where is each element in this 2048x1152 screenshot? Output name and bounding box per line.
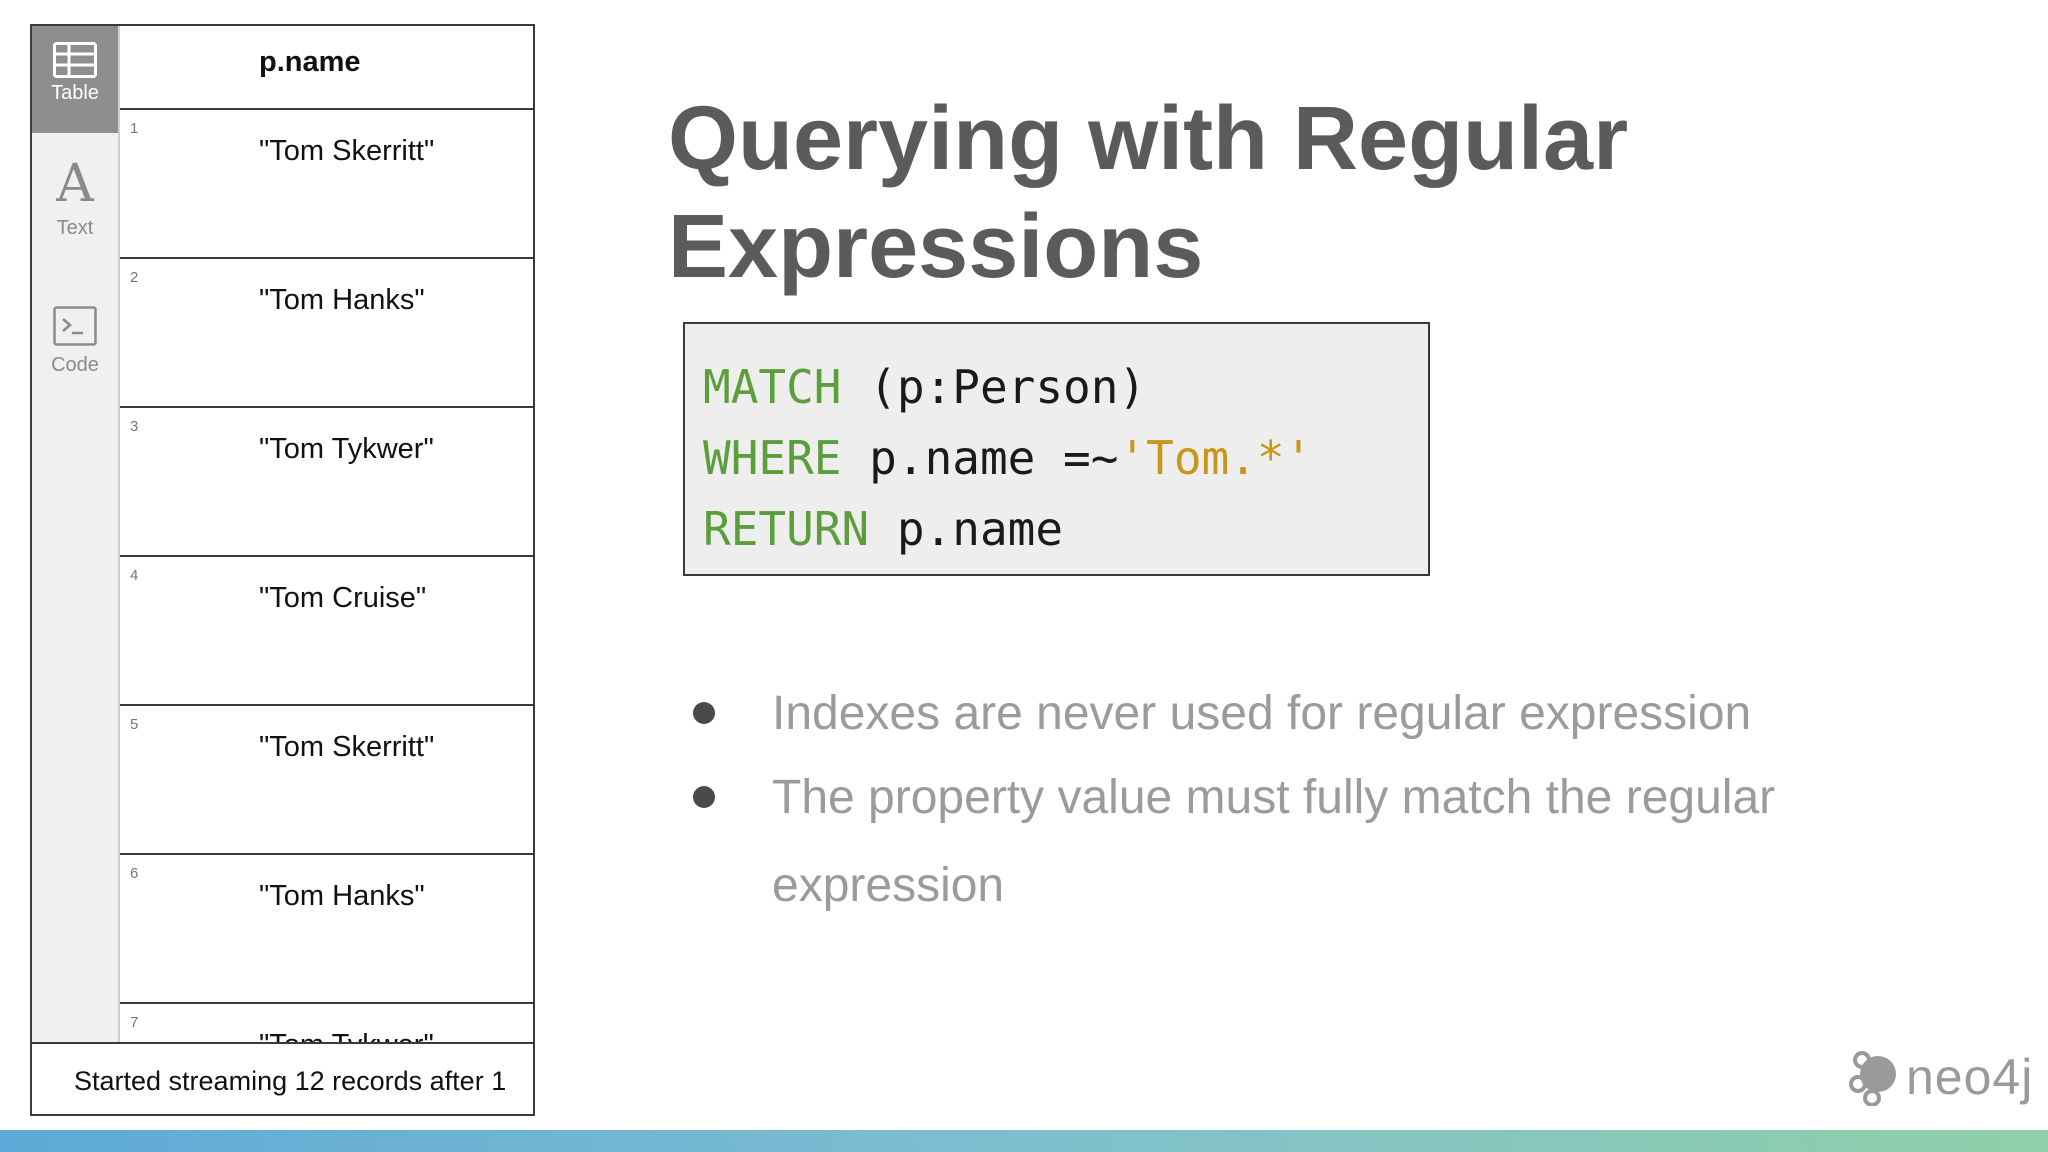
code-keyword-where: WHERE [703, 431, 842, 485]
status-text: Started streaming 12 records after 1 [74, 1066, 507, 1096]
row-value: "Tom Cruise" [259, 582, 427, 614]
row-value: "Tom Tykwer" [259, 433, 434, 465]
code-keyword-return: RETURN [703, 502, 870, 556]
code-line-1: MATCH (p:Person) [703, 352, 1428, 423]
code-text: (p:Person) [841, 360, 1147, 414]
code-line-3: RETURN p.name [703, 494, 1428, 565]
row-index: 5 [130, 716, 139, 733]
table-row: 4 "Tom Cruise" [120, 557, 533, 706]
code-string: 'Tom.*' [1118, 431, 1313, 485]
row-index: 7 [130, 1014, 139, 1031]
code-keyword-match: MATCH [703, 360, 842, 414]
neo4j-graph-icon [1849, 1051, 1896, 1106]
bullet-dot-icon [693, 786, 715, 808]
neo4j-logo: neo4j [1848, 1048, 2033, 1106]
bullet-dot-icon [693, 702, 715, 724]
table-row: 6 "Tom Hanks" [120, 855, 533, 1004]
code-icon [53, 298, 97, 354]
row-value: "Tom Skerritt" [259, 135, 435, 167]
slide-title: Querying with Regular Expressions [668, 85, 1768, 301]
view-text-label: Text [56, 217, 94, 239]
neo4j-logo-text: neo4j [1906, 1049, 2034, 1105]
code-text: p.name =~ [841, 431, 1119, 485]
slide-page: Table A Text Code p.name 1 "Tom Skerritt… [0, 0, 2048, 1152]
table-row: 2 "Tom Hanks" [120, 259, 533, 408]
column-header-label: p.name [259, 46, 361, 78]
row-index: 4 [130, 567, 139, 584]
result-panel: Table A Text Code p.name 1 "Tom Skerritt… [30, 24, 535, 1116]
column-header[interactable]: p.name [120, 26, 533, 110]
row-index: 6 [130, 865, 139, 882]
bullet-item: Indexes are never used for regular expre… [690, 670, 1840, 758]
code-text: p.name [869, 502, 1064, 556]
view-table-button[interactable]: Table [32, 26, 118, 133]
row-value: "Tom Hanks" [259, 880, 425, 912]
row-value: "Tom Tykwer" [259, 1029, 434, 1042]
row-index: 1 [130, 120, 139, 137]
table-row: 7 "Tom Tykwer" [120, 1004, 533, 1042]
slide-title-line-2: Expressions [668, 197, 1204, 297]
result-table: p.name 1 "Tom Skerritt" 2 "Tom Hanks" 3 … [120, 26, 533, 1042]
row-value: "Tom Skerritt" [259, 731, 435, 763]
row-value: "Tom Hanks" [259, 284, 425, 316]
table-row: 1 "Tom Skerritt" [120, 110, 533, 259]
view-table-label: Table [51, 82, 99, 104]
table-row: 5 "Tom Skerritt" [120, 706, 533, 855]
text-icon: A [56, 154, 94, 214]
code-line-2: WHERE p.name =~'Tom.*' [703, 423, 1428, 494]
bullet-text: Indexes are never used for regular expre… [772, 687, 1752, 740]
table-row: 3 "Tom Tykwer" [120, 408, 533, 557]
view-code-button[interactable]: Code [32, 288, 118, 406]
cypher-code-block: MATCH (p:Person) WHERE p.name =~'Tom.*' … [683, 322, 1430, 576]
status-bar: Started streaming 12 records after 1 [32, 1042, 533, 1114]
bottom-accent-bar [0, 1130, 2048, 1152]
table-icon [53, 38, 97, 82]
bullet-item: The property value must fully match the … [690, 754, 1840, 930]
view-text-button[interactable]: A Text [32, 151, 118, 269]
view-code-label: Code [51, 354, 99, 376]
bullet-text: The property value must fully match the … [772, 771, 1776, 912]
row-index: 3 [130, 418, 139, 435]
row-index: 2 [130, 269, 139, 286]
view-mode-rail: Table A Text Code [32, 26, 120, 1042]
slide-title-line-1: Querying with Regular [668, 89, 1629, 189]
bullet-list: Indexes are never used for regular expre… [690, 670, 1840, 926]
